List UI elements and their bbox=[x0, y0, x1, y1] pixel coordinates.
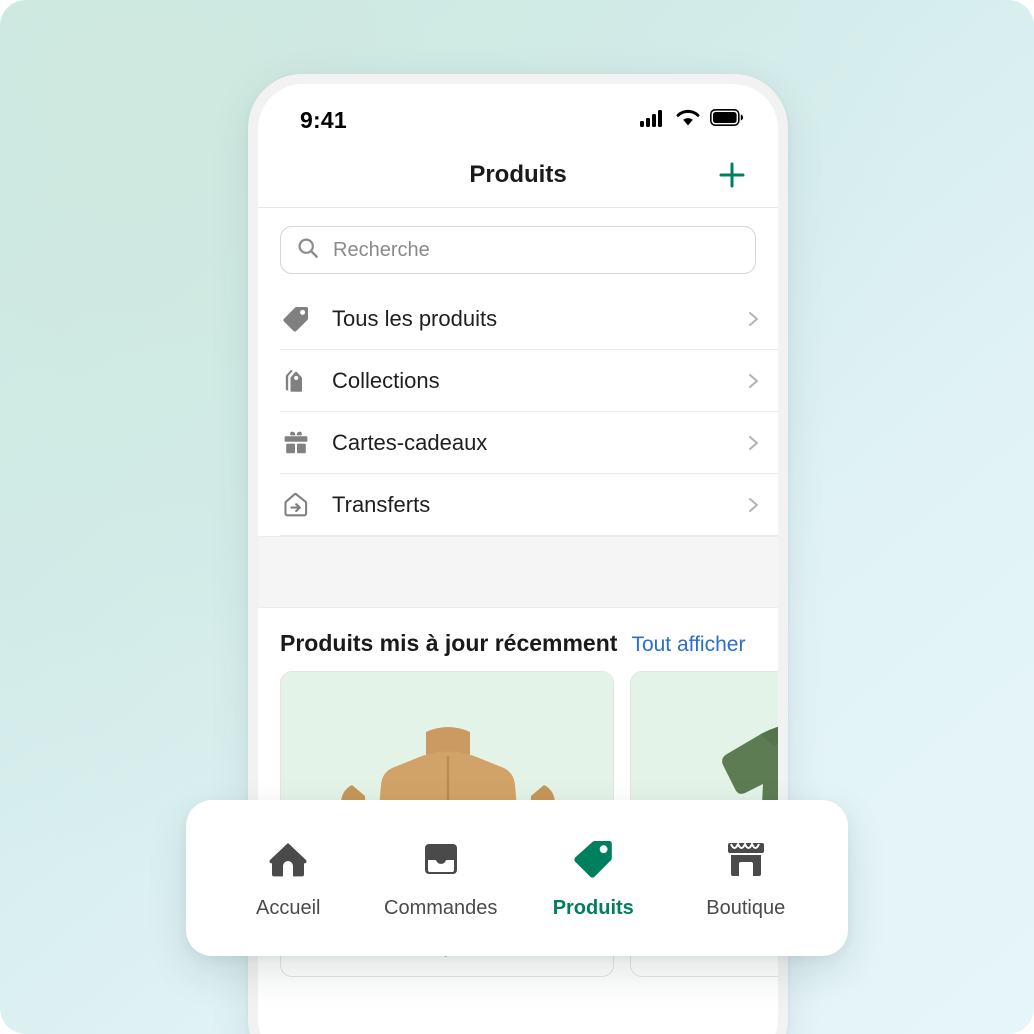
tab-label: Boutique bbox=[706, 897, 786, 919]
chevron-right-icon bbox=[744, 496, 764, 514]
sidebar-item-label: Cartes-cadeaux bbox=[332, 429, 488, 455]
tab-accueil[interactable]: Accueil bbox=[218, 836, 358, 920]
scene-background: 9:41 Produits Recherche Tous les produit… bbox=[0, 0, 1034, 1034]
status-indicators bbox=[640, 108, 744, 132]
chevron-right-icon bbox=[744, 310, 764, 328]
battery-full-icon bbox=[710, 109, 744, 131]
transfer-tag-arrow-icon bbox=[280, 489, 312, 521]
sidebar-item-transferts[interactable]: Transferts bbox=[280, 474, 778, 536]
sidebar-item-label: Tous les produits bbox=[332, 305, 498, 331]
tab-label: Accueil bbox=[256, 897, 321, 919]
tab-label: Produits bbox=[552, 897, 634, 919]
bottom-tab-bar: Accueil Commandes Produits Boutique bbox=[186, 800, 848, 956]
sidebar-item-tous-les-produits[interactable]: Tous les produits bbox=[280, 288, 778, 350]
sidebar-item-cartes-cadeaux[interactable]: Cartes-cadeaux bbox=[280, 412, 778, 474]
status-time: 9:41 bbox=[300, 106, 347, 133]
plus-icon[interactable] bbox=[712, 155, 752, 195]
search-box[interactable] bbox=[280, 226, 756, 274]
status-bar: 9:41 bbox=[258, 84, 778, 142]
section-title: Produits mis à jour récemment bbox=[280, 630, 618, 656]
cellular-signal-icon bbox=[640, 109, 666, 132]
recent-products-header: Produits mis à jour récemment Tout affic… bbox=[258, 608, 778, 671]
search-section bbox=[258, 208, 778, 288]
chevron-right-icon bbox=[744, 372, 764, 390]
tab-label: Commandes bbox=[384, 897, 498, 919]
sidebar-item-label: Collections bbox=[332, 367, 440, 393]
sidebar-item-collections[interactable]: Collections bbox=[280, 350, 778, 412]
section-divider-band bbox=[258, 536, 778, 608]
tab-produits[interactable]: Produits bbox=[523, 836, 663, 920]
orders-inbox-icon bbox=[418, 836, 464, 887]
sidebar-item-label: Transferts bbox=[332, 491, 431, 517]
gift-icon bbox=[280, 427, 312, 459]
wifi-icon bbox=[675, 108, 701, 132]
tag-icon bbox=[280, 303, 312, 335]
collections-tags-icon bbox=[280, 365, 312, 397]
products-menu-list: Tous les produits Collections Cartes-cad… bbox=[258, 288, 778, 536]
chevron-right-icon bbox=[744, 434, 764, 452]
home-icon bbox=[265, 836, 311, 887]
search-icon bbox=[297, 237, 319, 264]
nav-bar: Produits bbox=[258, 142, 778, 208]
page-title: Produits bbox=[469, 160, 567, 188]
tab-commandes[interactable]: Commandes bbox=[371, 836, 511, 920]
view-all-link[interactable]: Tout afficher bbox=[631, 633, 745, 657]
search-input[interactable] bbox=[333, 238, 739, 262]
tab-boutique[interactable]: Boutique bbox=[676, 836, 816, 920]
store-icon bbox=[723, 836, 769, 887]
tag-icon bbox=[570, 836, 616, 887]
